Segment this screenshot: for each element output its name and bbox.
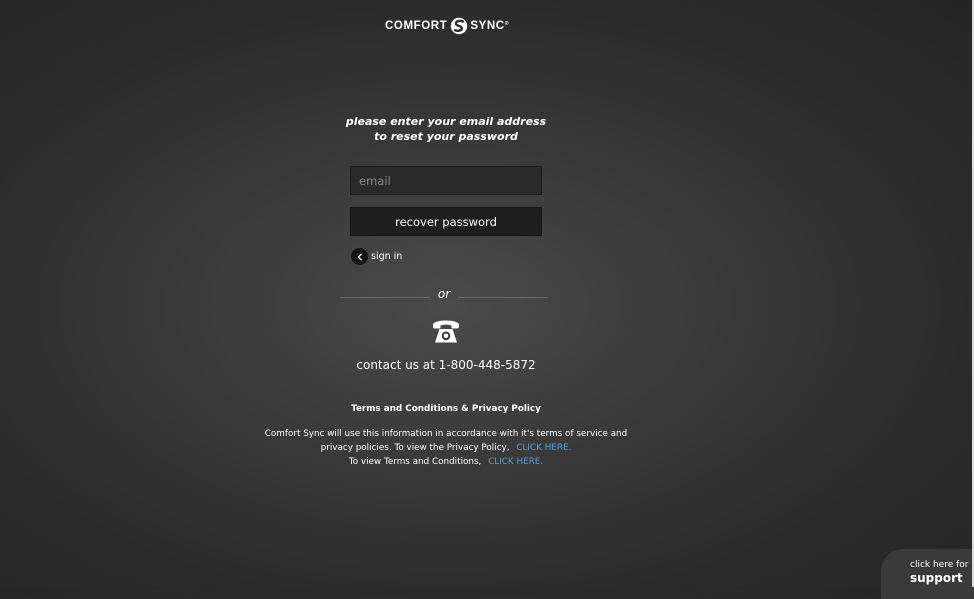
comfort-sync-logo: COMFORT SYNC ®	[385, 16, 510, 36]
chevron-left-icon	[351, 248, 368, 265]
terms-conditions-link[interactable]: CLICK HERE.	[488, 457, 543, 467]
logo-trademark: ®	[504, 21, 509, 27]
terms-line-2: privacy policies. To view the Privacy Po…	[250, 441, 642, 455]
comfort-sync-logo-icon	[451, 17, 468, 35]
privacy-policy-text: privacy policies. To view the Privacy Po…	[320, 443, 510, 453]
divider-or-text: or	[437, 287, 451, 301]
terms-body: Comfort Sync will use this information i…	[250, 427, 642, 469]
divider-line-left	[340, 297, 430, 298]
logo-text-comfort: COMFORT	[385, 20, 448, 32]
terms-line-3: To view Terms and Conditions, CLICK HERE…	[250, 455, 642, 469]
reset-password-prompt: please enter your email address to reset…	[345, 115, 547, 143]
privacy-policy-link[interactable]: CLICK HERE.	[516, 443, 571, 453]
support-tab-label[interactable]: support	[910, 571, 963, 585]
terms-conditions-text: To view Terms and Conditions,	[348, 457, 482, 467]
sign-in-label: sign in	[371, 251, 403, 262]
contact-phone-text: contact us at 1-800-448-5872	[356, 358, 536, 372]
logo-text-sync: SYNC	[470, 20, 505, 32]
sign-in-link[interactable]: sign in	[351, 248, 402, 265]
support-tab-small-text[interactable]: click here for	[910, 560, 969, 570]
divider-line-right	[458, 297, 548, 298]
terms-line-1: Comfort Sync will use this information i…	[264, 429, 628, 439]
terms-title: Terms and Conditions & Privacy Policy	[351, 404, 541, 414]
telephone-icon	[433, 320, 459, 343]
email-input[interactable]	[350, 166, 542, 195]
recover-password-button[interactable]: recover password	[350, 207, 542, 236]
